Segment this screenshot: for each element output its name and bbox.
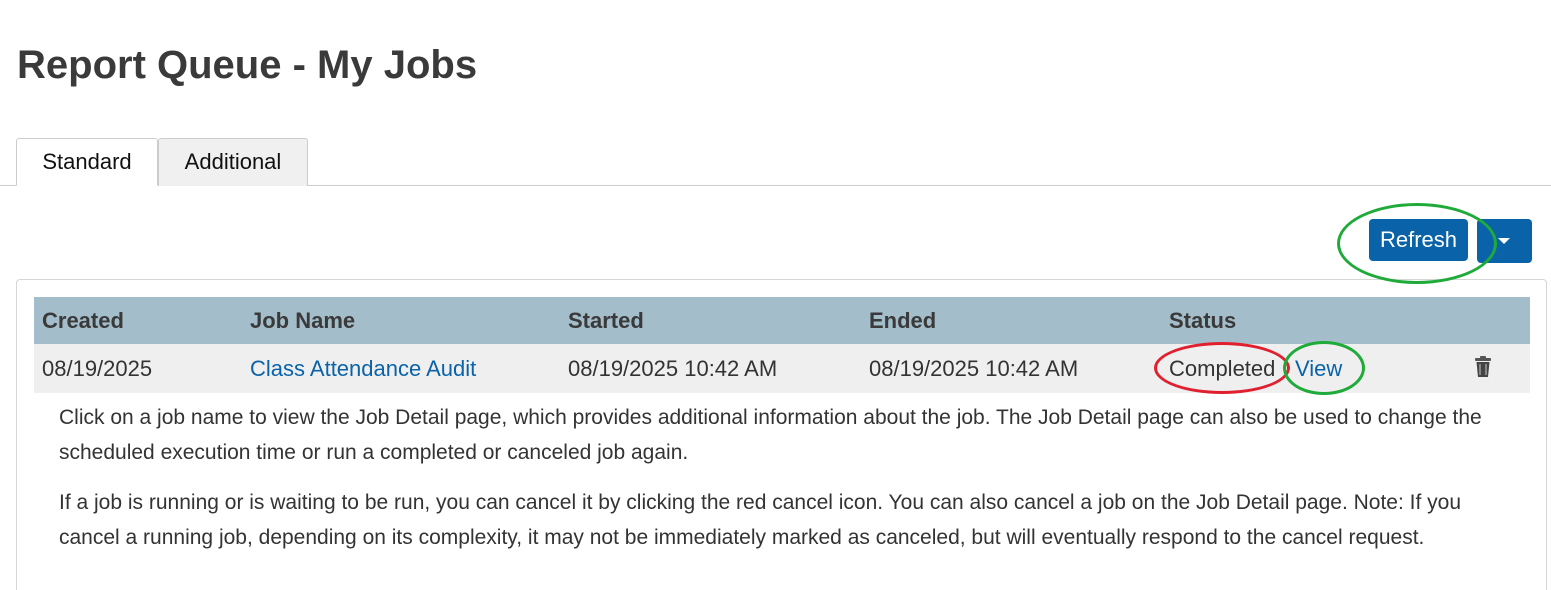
trash-icon[interactable]: [1474, 356, 1492, 378]
created-cell: 08/19/2025: [42, 356, 153, 381]
column-header-job-name[interactable]: Job Name: [250, 297, 355, 344]
help-paragraph-job-detail: Click on a job name to view the Job Deta…: [59, 406, 1482, 464]
jobs-table-header: Created Job Name Started Ended Status: [34, 297, 1530, 344]
tab-additional[interactable]: Additional: [158, 138, 308, 186]
started-cell: 08/19/2025 10:42 AM: [568, 356, 778, 381]
column-header-ended[interactable]: Ended: [869, 297, 936, 344]
ended-cell: 08/19/2025 10:42 AM: [869, 356, 1079, 381]
column-header-started[interactable]: Started: [568, 297, 644, 344]
refresh-options-dropdown-button[interactable]: [1477, 219, 1532, 263]
column-header-created[interactable]: Created: [42, 297, 124, 344]
caret-down-icon: [1498, 238, 1510, 244]
report-queue-page: Report Queue - My Jobs Standard Addition…: [0, 0, 1551, 590]
view-link[interactable]: View: [1295, 344, 1342, 393]
tab-bar: Standard Additional: [0, 138, 1551, 186]
table-row: 08/19/2025 Class Attendance Audit 08/19/…: [34, 344, 1530, 393]
tab-standard[interactable]: Standard: [16, 138, 158, 186]
refresh-button[interactable]: Refresh: [1369, 219, 1468, 261]
column-header-status[interactable]: Status: [1169, 297, 1236, 344]
status-text: Completed: [1169, 356, 1276, 381]
help-paragraph-cancel: If a job is running or is waiting to be …: [59, 491, 1462, 549]
job-name-link[interactable]: Class Attendance Audit: [250, 344, 476, 393]
page-title: Report Queue - My Jobs: [17, 43, 478, 87]
